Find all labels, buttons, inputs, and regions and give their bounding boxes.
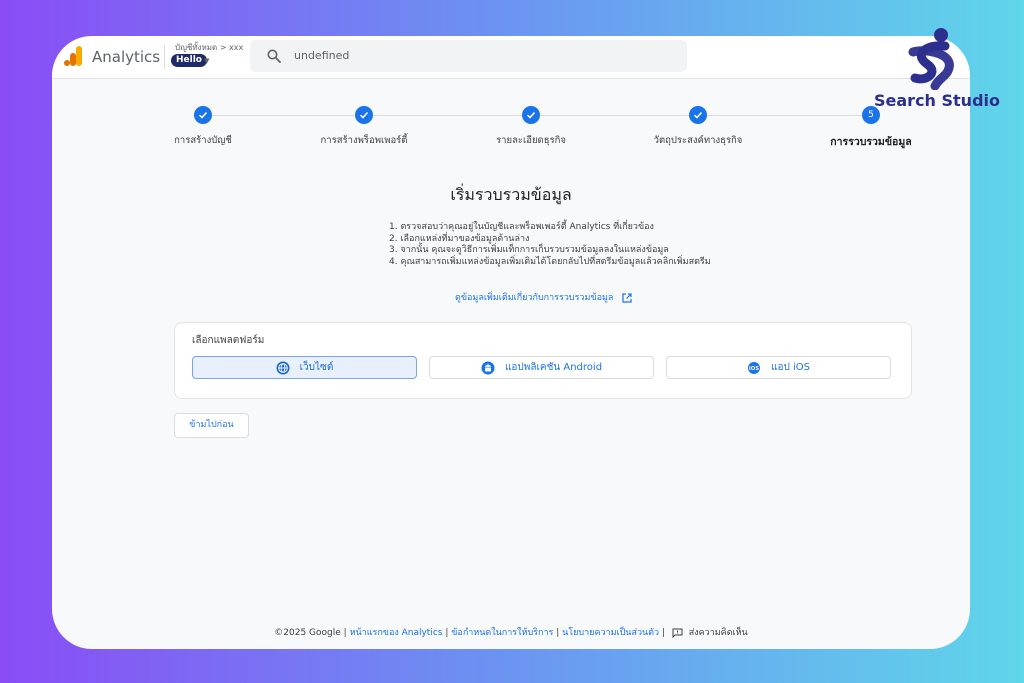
step-4-check-icon: [689, 106, 707, 124]
step-3-check-icon: [522, 106, 540, 124]
page-title: เริ่มรวบรวมข้อมูล: [450, 185, 572, 204]
learn-more-link[interactable]: ดูข้อมูลเพิ่มเติมเกี่ยวกับการรวบรวมข้อมู…: [455, 290, 632, 304]
step-label-data-collection: การรวบรวมข้อมูล: [830, 136, 912, 148]
step-connector: [212, 115, 354, 116]
header-divider: [164, 45, 165, 69]
footer-separator: |: [445, 628, 449, 638]
feedback-link[interactable]: ส่งความคิดเห็น: [668, 628, 748, 638]
app-name: Analytics: [92, 48, 161, 66]
platform-android-button[interactable]: แอปพลิเคชัน Android: [429, 356, 654, 379]
platform-card: เลือกแพลตฟอร์ม เว็บไซต์ แอปพลิเคชัน Andr…: [174, 322, 912, 399]
globe-icon: [276, 361, 290, 375]
instruction-item: 1. ตรวจสอบว่าคุณอยู่ในบัญชีและพร็อพเพอร์…: [389, 222, 654, 232]
platform-ios-button[interactable]: iOS แอป iOS: [666, 356, 891, 379]
footer-separator: |: [556, 628, 560, 638]
analytics-logo-icon: [64, 46, 82, 66]
footer: ©2025 Google | หน้าแรกของ Analytics | ข้…: [52, 625, 970, 639]
footer-link-privacy[interactable]: นโยบายความเป็นส่วนตัว: [562, 628, 659, 638]
platform-android-label: แอปพลิเคชัน Android: [504, 362, 603, 373]
property-selector[interactable]: Hello: [171, 54, 207, 67]
step-label-business-details: รายละเอียดธุรกิจ: [496, 135, 566, 146]
platform-web-button[interactable]: เว็บไซต์: [192, 356, 417, 379]
step-connector: [540, 115, 689, 116]
search-icon: [267, 49, 281, 63]
search-bar[interactable]: undefined: [250, 40, 687, 72]
search-input[interactable]: undefined: [294, 49, 349, 62]
instruction-item: 3. จากนั้น คุณจะดูวิธีการเพิ่มแท็กการเก็…: [389, 245, 669, 255]
step-connector: [707, 115, 862, 116]
footer-link-terms[interactable]: ข้อกำหนดในการให้บริการ: [451, 628, 553, 638]
step-label-business-objectives: วัตถุประสงค์ทางธุรกิจ: [653, 135, 743, 146]
learn-more-label: ดูข้อมูลเพิ่มเติมเกี่ยวกับการรวบรวมข้อมู…: [455, 293, 614, 303]
chevron-down-icon[interactable]: ▼: [204, 57, 209, 65]
platform-ios-label: แอป iOS: [771, 362, 810, 373]
step-connector: [373, 115, 522, 116]
account-breadcrumb[interactable]: บัญชีทั้งหมด > xxx: [175, 41, 243, 54]
svg-text:iOS: iOS: [749, 366, 759, 372]
step-2-check-icon: [355, 106, 373, 124]
step-1-check-icon: [194, 106, 212, 124]
brand-name: Search Studio: [874, 91, 1000, 110]
external-link-icon: [622, 292, 632, 303]
ios-icon: iOS: [747, 361, 761, 375]
top-bar: Analytics บัญชีทั้งหมด > xxx Hello ▼ und…: [52, 36, 970, 79]
feedback-icon: [672, 628, 683, 638]
platform-web-label: เว็บไซต์: [299, 362, 334, 373]
analytics-window: Analytics บัญชีทั้งหมด > xxx Hello ▼ und…: [52, 36, 970, 649]
instruction-list: 1. ตรวจสอบว่าคุณอยู่ในบัญชีและพร็อพเพอร์…: [389, 222, 711, 268]
footer-separator: |: [661, 628, 665, 638]
feedback-label: ส่งความคิดเห็น: [688, 628, 748, 638]
step-label-property: การสร้างพร็อพเพอร์ตี้: [320, 135, 408, 146]
step-label-account: การสร้างบัญชี: [174, 135, 232, 146]
search-studio-logo-icon: [908, 28, 954, 90]
skip-button[interactable]: ข้ามไปก่อน: [174, 413, 249, 438]
platform-title: เลือกแพลตฟอร์ม: [192, 335, 265, 346]
footer-link-home[interactable]: หน้าแรกของ Analytics: [350, 628, 443, 638]
footer-copyright: ©2025 Google |: [274, 628, 347, 638]
instruction-item: 4. คุณสามารถเพิ่มแหล่งข้อมูลเพิ่มเติมได้…: [389, 256, 711, 267]
instruction-item: 2. เลือกแหล่งที่มาของข้อมูลด้านล่าง: [389, 233, 530, 244]
android-icon: [481, 361, 495, 375]
